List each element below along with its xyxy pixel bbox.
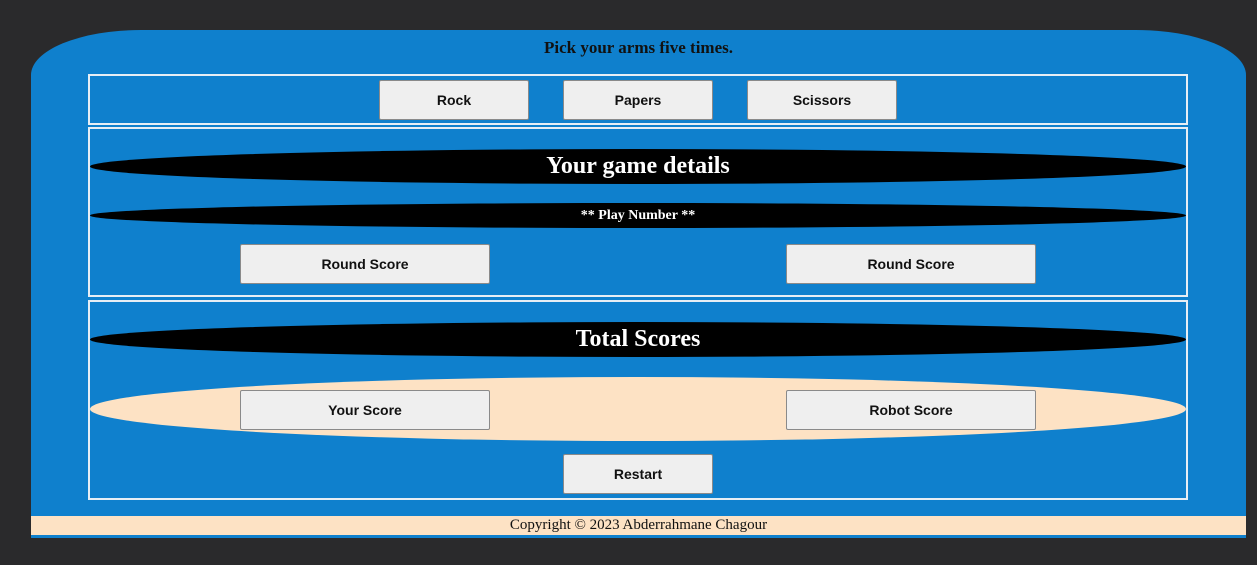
game-details-title: Your game details (90, 149, 1186, 184)
restart-button[interactable]: Restart (563, 454, 713, 494)
your-score-button[interactable]: Your Score (240, 390, 490, 430)
rock-button[interactable]: Rock (379, 80, 529, 120)
page-frame: Pick your arms five times. Rock Papers S… (0, 3, 1257, 565)
footer-copyright: Copyright © 2023 Abderrahmane Chagour (31, 516, 1246, 535)
scissors-button[interactable]: Scissors (747, 80, 897, 120)
arms-section: Rock Papers Scissors (88, 74, 1188, 125)
paper-button[interactable]: Papers (563, 80, 713, 120)
robot-score-button[interactable]: Robot Score (786, 390, 1036, 430)
game-panel: Pick your arms five times. Rock Papers S… (31, 30, 1246, 538)
total-scores-title: Total Scores (90, 322, 1186, 357)
robot-round-score[interactable]: Round Score (786, 244, 1036, 284)
game-details-section: Your game details ** Play Number ** Roun… (88, 127, 1188, 297)
play-number: ** Play Number ** (90, 203, 1186, 228)
player-round-score[interactable]: Round Score (240, 244, 490, 284)
instruction-text: Pick your arms five times. (543, 38, 733, 57)
total-scores-section: Total Scores Your Score Robot Score Rest… (88, 300, 1188, 500)
